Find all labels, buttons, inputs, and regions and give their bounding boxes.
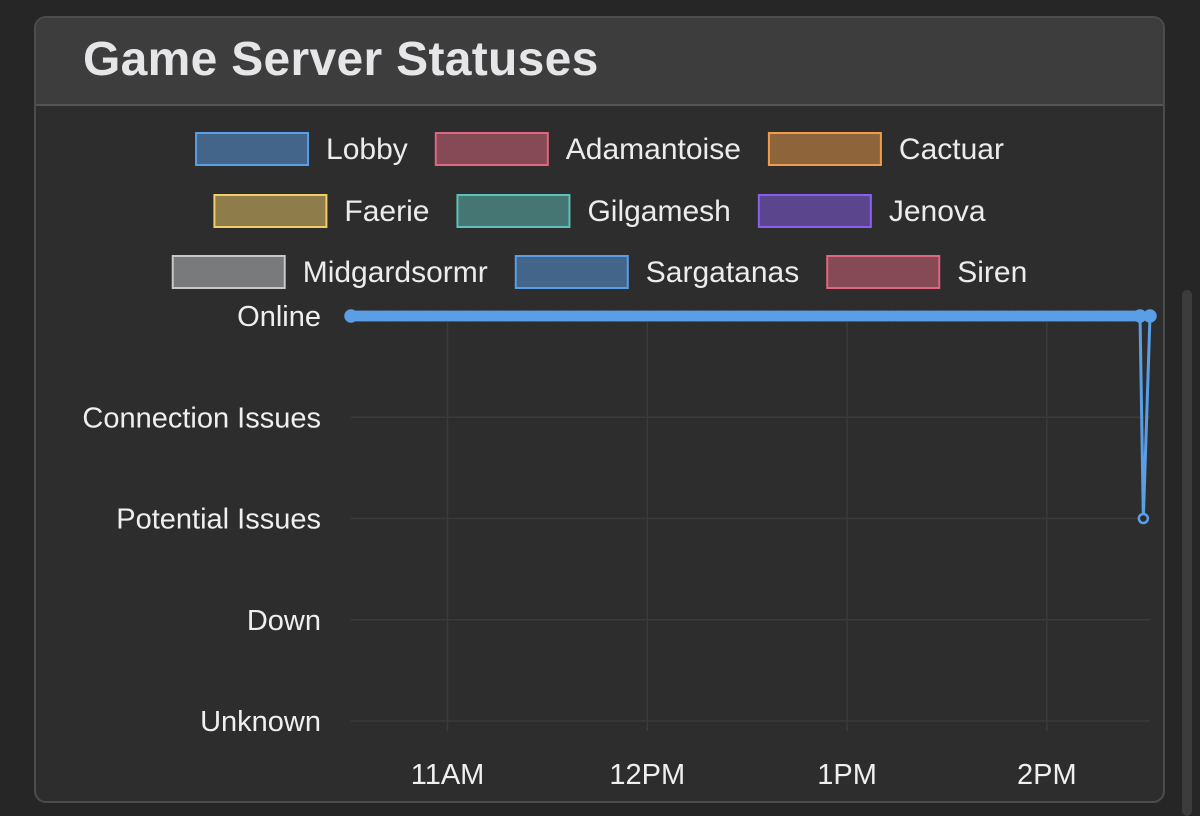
legend-label-sargatanas: Sargatanas bbox=[646, 256, 799, 289]
legend-label-lobby: Lobby bbox=[326, 133, 408, 166]
y-tick-down: Down bbox=[247, 605, 321, 637]
legend-label-jenova: Jenova bbox=[889, 195, 986, 228]
legend-label-gilgamesh: Gilgamesh bbox=[587, 195, 730, 228]
data-point[interactable] bbox=[1143, 309, 1157, 323]
x-tick-2pm: 2PM bbox=[1017, 759, 1077, 791]
legend-label-midgardsormr: Midgardsormr bbox=[303, 256, 488, 289]
server-status-chart: Unknown Down Potential Issues Connection Is… bbox=[82, 132, 1157, 791]
legend-swatch-siren bbox=[826, 255, 941, 289]
legend-item-adamantoise[interactable]: Adamantoise bbox=[434, 132, 741, 166]
legend-label-adamantoise: Adamantoise bbox=[566, 133, 741, 166]
legend-swatch-faerie bbox=[213, 194, 328, 228]
legend-item-midgardsormr[interactable]: Midgardsormr bbox=[171, 255, 488, 289]
y-tick-potential-issues: Potential Issues bbox=[116, 504, 321, 536]
legend-swatch-sargatanas bbox=[514, 255, 629, 289]
legend-item-siren[interactable]: Siren bbox=[826, 255, 1027, 289]
x-tick-11am: 11AM bbox=[411, 759, 485, 791]
scrollbar[interactable] bbox=[1182, 290, 1192, 816]
legend: Lobby Adamantoise Cactuar Faerie Gilgamesh Je… bbox=[171, 132, 1027, 289]
x-tick-12pm: 12PM bbox=[609, 759, 685, 791]
legend-swatch-adamantoise bbox=[434, 132, 549, 166]
legend-label-cactuar: Cactuar bbox=[899, 133, 1004, 166]
legend-item-jenova[interactable]: Jenova bbox=[757, 194, 986, 228]
legend-item-sargatanas[interactable]: Sargatanas bbox=[514, 255, 799, 289]
legend-swatch-midgardsormr bbox=[171, 255, 286, 289]
legend-label-faerie: Faerie bbox=[344, 195, 429, 228]
legend-item-cactuar[interactable]: Cactuar bbox=[767, 132, 1004, 166]
legend-item-lobby[interactable]: Lobby bbox=[195, 132, 408, 166]
legend-item-faerie[interactable]: Faerie bbox=[213, 194, 429, 228]
legend-item-gilgamesh[interactable]: Gilgamesh bbox=[456, 194, 731, 228]
x-axis-labels: 11AM 12PM 1PM 2PM bbox=[411, 759, 1077, 791]
y-tick-connection-issues: Connection Issues bbox=[82, 402, 321, 434]
legend-swatch-gilgamesh bbox=[456, 194, 571, 228]
x-tick-1pm: 1PM bbox=[817, 759, 877, 791]
legend-label-siren: Siren bbox=[957, 256, 1027, 289]
data-point-potential-issues[interactable] bbox=[1137, 512, 1150, 525]
y-tick-unknown: Unknown bbox=[200, 706, 321, 738]
y-tick-online: Online bbox=[237, 301, 321, 333]
data-point[interactable] bbox=[344, 309, 358, 323]
legend-swatch-cactuar bbox=[767, 132, 882, 166]
y-axis-labels: Unknown Down Potential Issues Connection Is… bbox=[82, 301, 321, 738]
legend-swatch-lobby bbox=[195, 132, 310, 166]
grid-lines bbox=[351, 315, 1150, 731]
legend-swatch-jenova bbox=[757, 194, 872, 228]
